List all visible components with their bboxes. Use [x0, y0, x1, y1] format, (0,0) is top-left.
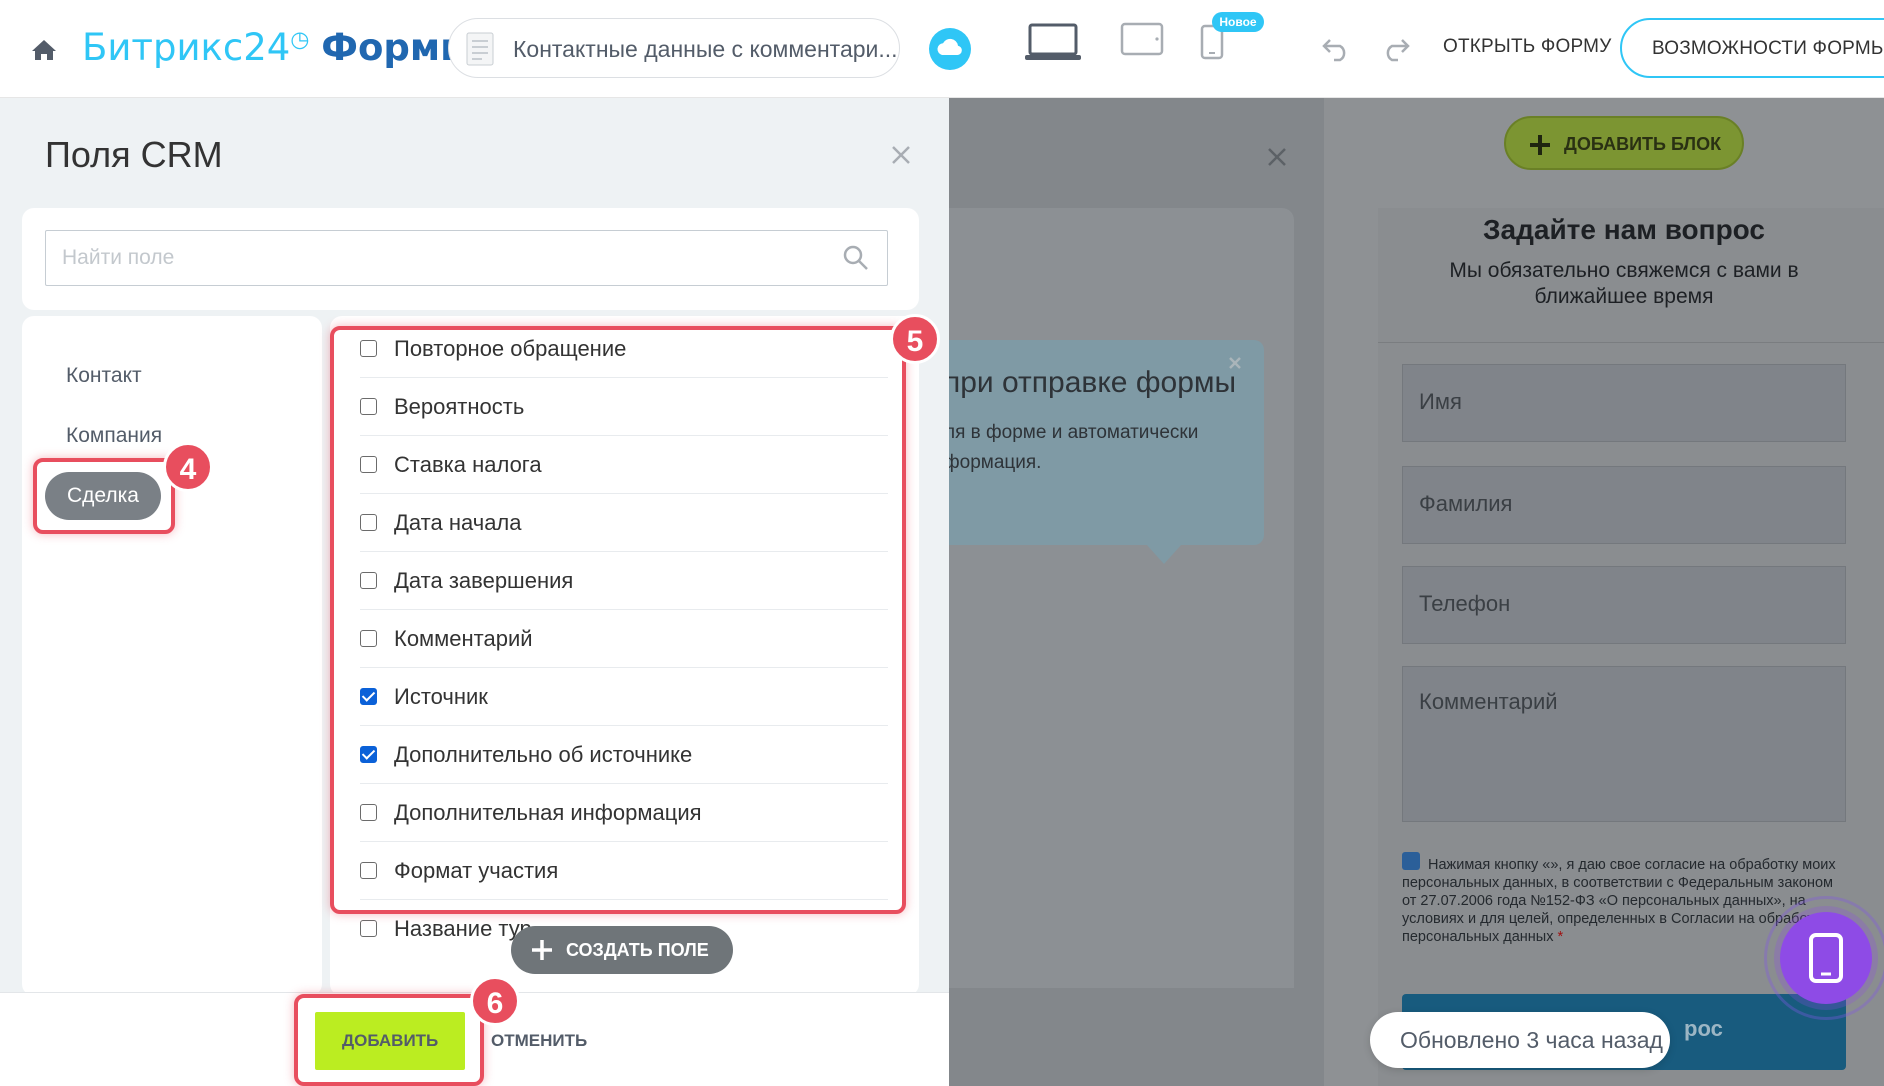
field-label: Название тур — [394, 916, 532, 941]
updated-status-label: Обновлено 3 часа назад — [1400, 1027, 1663, 1053]
preview-field-lastname[interactable]: Фамилия — [1402, 466, 1846, 544]
desktop-view-icon[interactable] — [1024, 22, 1082, 62]
form-selector-label: Контактные данные с комментари... — [513, 36, 898, 62]
document-icon — [466, 32, 494, 66]
search-icon[interactable] — [842, 244, 870, 272]
brand-clock-icon: ◷ — [290, 27, 310, 53]
form-selector[interactable]: Контактные данные с комментари... — [448, 18, 900, 78]
field-placeholder: Комментарий — [1419, 689, 1558, 714]
step-badge-4: 4 — [163, 442, 213, 492]
preview-subtitle: Мы обязательно свяжемся с вами в ближайш… — [1449, 259, 1799, 308]
brand-name: Битрикс24 — [82, 26, 291, 69]
entity-list — [22, 316, 322, 996]
mobile-preview-button[interactable] — [1780, 912, 1872, 1004]
form-features-label: ВОЗМОЖНОСТИ ФОРМЫ — [1652, 38, 1884, 59]
new-badge: Новое — [1212, 12, 1264, 32]
field-checkbox[interactable] — [360, 920, 377, 937]
step-badge-5: 5 — [890, 314, 940, 364]
entity-item-contact[interactable]: Контакт — [66, 364, 142, 388]
field-placeholder: Телефон — [1419, 591, 1511, 616]
updated-status: Обновлено 3 часа назад — [1370, 1012, 1670, 1068]
field-placeholder: Фамилия — [1419, 491, 1513, 516]
close-icon[interactable] — [1266, 146, 1288, 168]
highlight-add-button — [294, 994, 484, 1086]
field-placeholder: Имя — [1419, 389, 1462, 414]
redo-icon[interactable] — [1380, 32, 1412, 62]
hint-popup-arrow — [1146, 544, 1182, 564]
preview-field-name[interactable]: Имя — [1402, 364, 1846, 442]
preview-field-comment[interactable]: Комментарий — [1402, 666, 1846, 822]
settings-card — [949, 208, 1294, 988]
preview-submit-label: рос — [1684, 1016, 1723, 1041]
open-form-link[interactable]: ОТКРЫТЬ ФОРМУ — [1443, 36, 1611, 58]
entity-item-company[interactable]: Компания — [66, 424, 162, 448]
plus-icon — [1530, 135, 1550, 155]
highlight-deal — [33, 458, 175, 534]
close-icon[interactable] — [890, 144, 912, 166]
hint-text: ля в форме и автоматически формация. — [944, 422, 1199, 473]
hint-title: при отправке формы — [944, 366, 1237, 399]
cloud-icon — [937, 38, 962, 55]
consent-required-mark: * — [1557, 929, 1564, 945]
preview-divider — [1378, 342, 1884, 343]
undo-icon[interactable] — [1320, 32, 1352, 62]
step-badge-6: 6 — [470, 976, 520, 1026]
top-bar: Битрикс24◷ Формы Контактные данные с ком… — [0, 0, 1884, 98]
home-icon[interactable] — [30, 38, 58, 62]
highlight-fields — [330, 326, 906, 914]
tablet-view-icon[interactable] — [1120, 22, 1164, 56]
smartphone-icon — [1809, 933, 1843, 983]
panel-title: Поля CRM — [45, 134, 223, 175]
cloud-save-button[interactable] — [929, 28, 971, 70]
create-field-button[interactable]: СОЗДАТЬ ПОЛЕ — [511, 926, 733, 974]
create-field-label: СОЗДАТЬ ПОЛЕ — [566, 940, 709, 960]
add-block-button[interactable]: ДОБАВИТЬ БЛОК — [1504, 116, 1744, 170]
form-features-button[interactable]: ВОЗМОЖНОСТИ ФОРМЫ — [1620, 18, 1884, 78]
preview-title: Задайте нам вопрос — [1483, 214, 1765, 245]
cancel-button[interactable]: ОТМЕНИТЬ — [491, 1031, 587, 1051]
preview-field-phone[interactable]: Телефон — [1402, 566, 1846, 644]
brand-logo[interactable]: Битрикс24◷ Формы — [82, 26, 474, 69]
add-block-label: ДОБАВИТЬ БЛОК — [1564, 134, 1722, 154]
field-search-input[interactable] — [45, 230, 888, 286]
plus-icon — [532, 940, 552, 960]
